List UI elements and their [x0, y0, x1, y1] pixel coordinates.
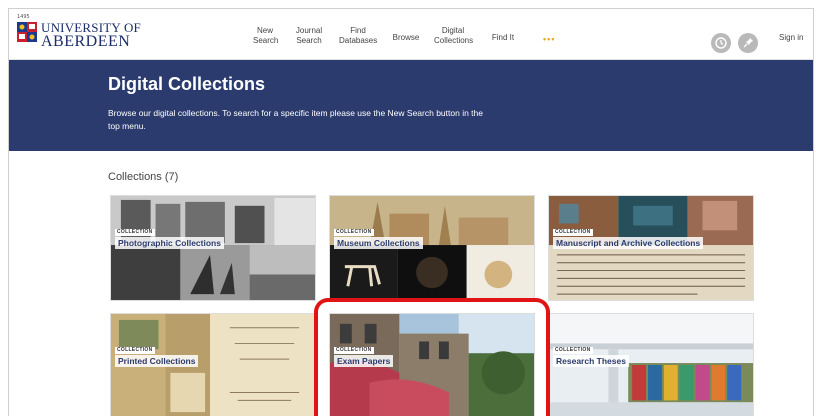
- collection-tag: COLLECTION: [334, 229, 374, 236]
- nav-journal-search-line-1: Journal: [295, 26, 323, 35]
- collection-title: Museum Collections: [334, 237, 423, 249]
- collection-card-manuscript[interactable]: COLLECTION Manuscript and Archive Collec…: [548, 195, 754, 301]
- sign-in-link[interactable]: Sign in: [779, 33, 803, 42]
- history-button[interactable]: [711, 33, 731, 53]
- nav-digital-collections-line-2: Collections: [434, 36, 474, 45]
- nav-new-search-line-2: Search: [253, 36, 279, 45]
- collection-tag: COLLECTION: [115, 347, 155, 354]
- logo-year: 1495: [17, 14, 30, 20]
- pin-icon: [743, 38, 753, 48]
- collection-title: Photographic Collections: [115, 237, 224, 249]
- collection-title: Manuscript and Archive Collections: [553, 237, 704, 249]
- nav-find-databases-line-1: Find: [350, 26, 366, 35]
- history-icon: [715, 37, 727, 49]
- main-menu: New Search Journal Search Find Databases…: [9, 24, 813, 54]
- nav-journal-search-line-2: Search: [296, 36, 322, 45]
- nav-find-it[interactable]: Find It: [489, 33, 517, 43]
- nav-new-search-line-1: New: [256, 26, 273, 35]
- collection-title: Exam Papers: [334, 355, 394, 367]
- collection-card-research-theses[interactable]: COLLECTION Research Theses: [548, 313, 754, 416]
- collection-tag: COLLECTION: [115, 229, 155, 236]
- page-frame: 1495 UNIVERSITY OF ABERDEEN New Search J…: [8, 8, 814, 416]
- pin-button[interactable]: [738, 33, 758, 53]
- collections-count: Collections (7): [108, 171, 179, 183]
- collection-title: Printed Collections: [115, 355, 199, 367]
- page-banner: Digital Collections Browse our digital c…: [9, 60, 813, 151]
- collection-card-printed[interactable]: COLLECTION Printed Collections: [110, 313, 316, 416]
- nav-find-databases-line-2: Databases: [339, 36, 378, 45]
- collection-tag: COLLECTION: [334, 347, 374, 354]
- top-navigation-bar: 1495 UNIVERSITY OF ABERDEEN New Search J…: [9, 9, 813, 60]
- more-menu-button[interactable]: •••: [543, 34, 555, 44]
- page-description: Browse our digital collections. To searc…: [108, 108, 483, 131]
- collection-card-exam-papers[interactable]: COLLECTION Exam Papers: [329, 313, 535, 416]
- page-title: Digital Collections: [108, 74, 266, 94]
- collection-title: Research Theses: [553, 355, 629, 367]
- collection-card-museum[interactable]: COLLECTION Museum Collections: [329, 195, 535, 301]
- nav-digital-collections[interactable]: Digital Collections: [434, 26, 474, 46]
- collection-tag: COLLECTION: [553, 347, 593, 354]
- nav-browse[interactable]: Browse: [392, 33, 420, 43]
- collection-card-photographic[interactable]: COLLECTION Photographic Collections: [110, 195, 316, 301]
- nav-find-databases[interactable]: Find Databases: [339, 26, 377, 46]
- nav-digital-collections-line-1: Digital: [441, 26, 465, 35]
- nav-new-search[interactable]: New Search: [253, 26, 279, 46]
- nav-journal-search[interactable]: Journal Search: [295, 26, 323, 46]
- collection-tag: COLLECTION: [553, 229, 593, 236]
